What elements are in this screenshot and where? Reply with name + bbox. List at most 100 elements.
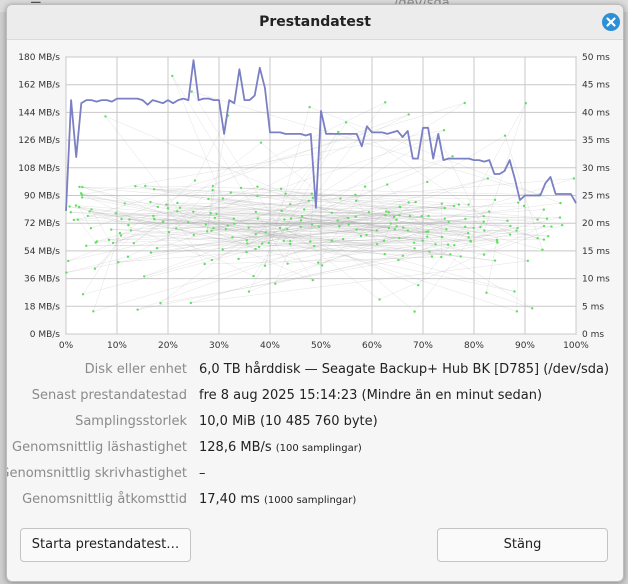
access-time-point: [190, 90, 193, 93]
start-benchmark-button[interactable]: Starta prestandatest…: [20, 528, 191, 562]
x-tick-label: 80%: [464, 341, 484, 351]
y-right-tick-label: 40 ms: [582, 108, 610, 118]
access-time-point: [406, 229, 410, 232]
access-time-point: [307, 199, 311, 203]
y-right-tick-label: 35 ms: [582, 136, 610, 146]
y-left-tick-label: 144 MB/s: [18, 108, 60, 118]
avg-read-value: 128,6 MB/s: [199, 440, 272, 455]
y-right-tick-label: 5 ms: [582, 302, 604, 312]
y-right-tick-label: 50 ms: [582, 53, 610, 63]
access-time-point: [192, 233, 196, 237]
access-time-point: [493, 198, 497, 202]
access-time-point: [515, 310, 519, 313]
access-time-point: [152, 214, 155, 218]
access-time-point: [430, 255, 434, 258]
access-time-point: [449, 253, 452, 256]
access-time-point: [384, 101, 387, 104]
info-row-avg-write: Genomsnittlig skrivhastighet –: [7, 466, 623, 486]
access-time-point: [427, 214, 430, 218]
access-time-point: [416, 283, 420, 287]
access-time-point: [387, 226, 391, 230]
x-tick-label: 40%: [260, 341, 280, 351]
access-time-point: [385, 210, 388, 213]
access-time-point: [239, 186, 243, 190]
access-time-point: [485, 291, 488, 294]
access-time-point: [559, 201, 562, 205]
access-time-point: [453, 243, 456, 247]
access-time-point: [550, 225, 553, 228]
access-time-point: [393, 228, 397, 231]
access-time-point: [542, 238, 546, 241]
access-time-point: [482, 253, 486, 256]
access-time-point: [89, 226, 93, 230]
access-time-point: [428, 250, 431, 253]
access-time-point: [264, 231, 267, 234]
access-time-point: [213, 216, 217, 220]
access-time-point: [246, 242, 249, 245]
access-time-point: [363, 185, 367, 188]
access-time-point: [92, 310, 95, 313]
access-time-point: [464, 225, 467, 229]
access-time-point: [457, 203, 461, 206]
access-time-point: [443, 217, 446, 220]
access-time-point: [110, 228, 113, 231]
access-time-point: [558, 216, 562, 219]
access-time-point: [375, 229, 379, 232]
y-left-tick-label: 162 MB/s: [18, 81, 60, 91]
access-time-point: [459, 255, 462, 258]
avg-access-label: Genomsnittlig åtkomsttid: [22, 492, 187, 507]
x-tick-label: 30%: [209, 341, 229, 351]
access-time-point: [398, 214, 401, 217]
access-time-point: [561, 223, 564, 227]
access-time-point: [67, 259, 70, 263]
access-time-point: [111, 241, 115, 245]
titlebar: Prestandatest: [7, 5, 623, 40]
access-time-point: [434, 243, 437, 246]
access-time-point: [302, 208, 306, 211]
access-time-point: [397, 258, 400, 262]
access-time-point: [421, 239, 424, 242]
access-time-point: [378, 298, 381, 301]
access-time-point: [472, 226, 475, 230]
access-time-point: [442, 129, 446, 132]
access-time-point: [336, 219, 339, 222]
access-time-point: [256, 217, 259, 220]
access-time-point: [493, 259, 497, 262]
access-time-point: [383, 252, 386, 256]
access-time-point: [186, 221, 190, 224]
access-time-point: [129, 229, 133, 232]
access-time-point: [128, 218, 131, 221]
access-time-point: [119, 234, 123, 237]
access-time-point: [506, 219, 509, 222]
access-time-point: [440, 255, 443, 259]
access-time-point: [401, 254, 405, 257]
benchmark-dialog: Prestandatest 0% 10% 20% 30% 40% 50% 60% 70% 80%…: [6, 4, 624, 582]
close-button[interactable]: [602, 13, 620, 31]
access-time-point: [256, 185, 259, 188]
y-left-tick-label: 36 MB/s: [24, 275, 60, 285]
access-time-point: [367, 210, 371, 214]
access-time-point: [205, 230, 209, 233]
access-time-point: [541, 248, 544, 251]
access-time-point: [330, 211, 334, 215]
close-dialog-button[interactable]: Stäng: [437, 528, 608, 562]
access-time-point: [354, 199, 358, 202]
access-time-point: [155, 246, 159, 250]
access-time-point: [395, 225, 398, 228]
access-time-point: [375, 242, 379, 246]
access-time-point: [309, 240, 312, 243]
access-time-point: [513, 290, 516, 293]
access-time-point: [536, 218, 539, 221]
access-time-point: [193, 179, 197, 182]
access-time-point: [284, 192, 287, 195]
access-time-point: [226, 224, 230, 227]
access-time-point: [68, 205, 71, 208]
access-time-point: [310, 223, 314, 226]
access-time-point: [259, 141, 263, 144]
access-time-point: [536, 236, 539, 240]
access-time-point: [311, 278, 315, 282]
access-time-point: [72, 218, 76, 222]
access-time-point: [81, 293, 85, 296]
access-time-point: [232, 217, 235, 220]
benchmark-chart: 0% 10% 20% 30% 40% 50% 60% 70% 80% 90% 100% 0 MB/s 1…: [7, 39, 623, 359]
